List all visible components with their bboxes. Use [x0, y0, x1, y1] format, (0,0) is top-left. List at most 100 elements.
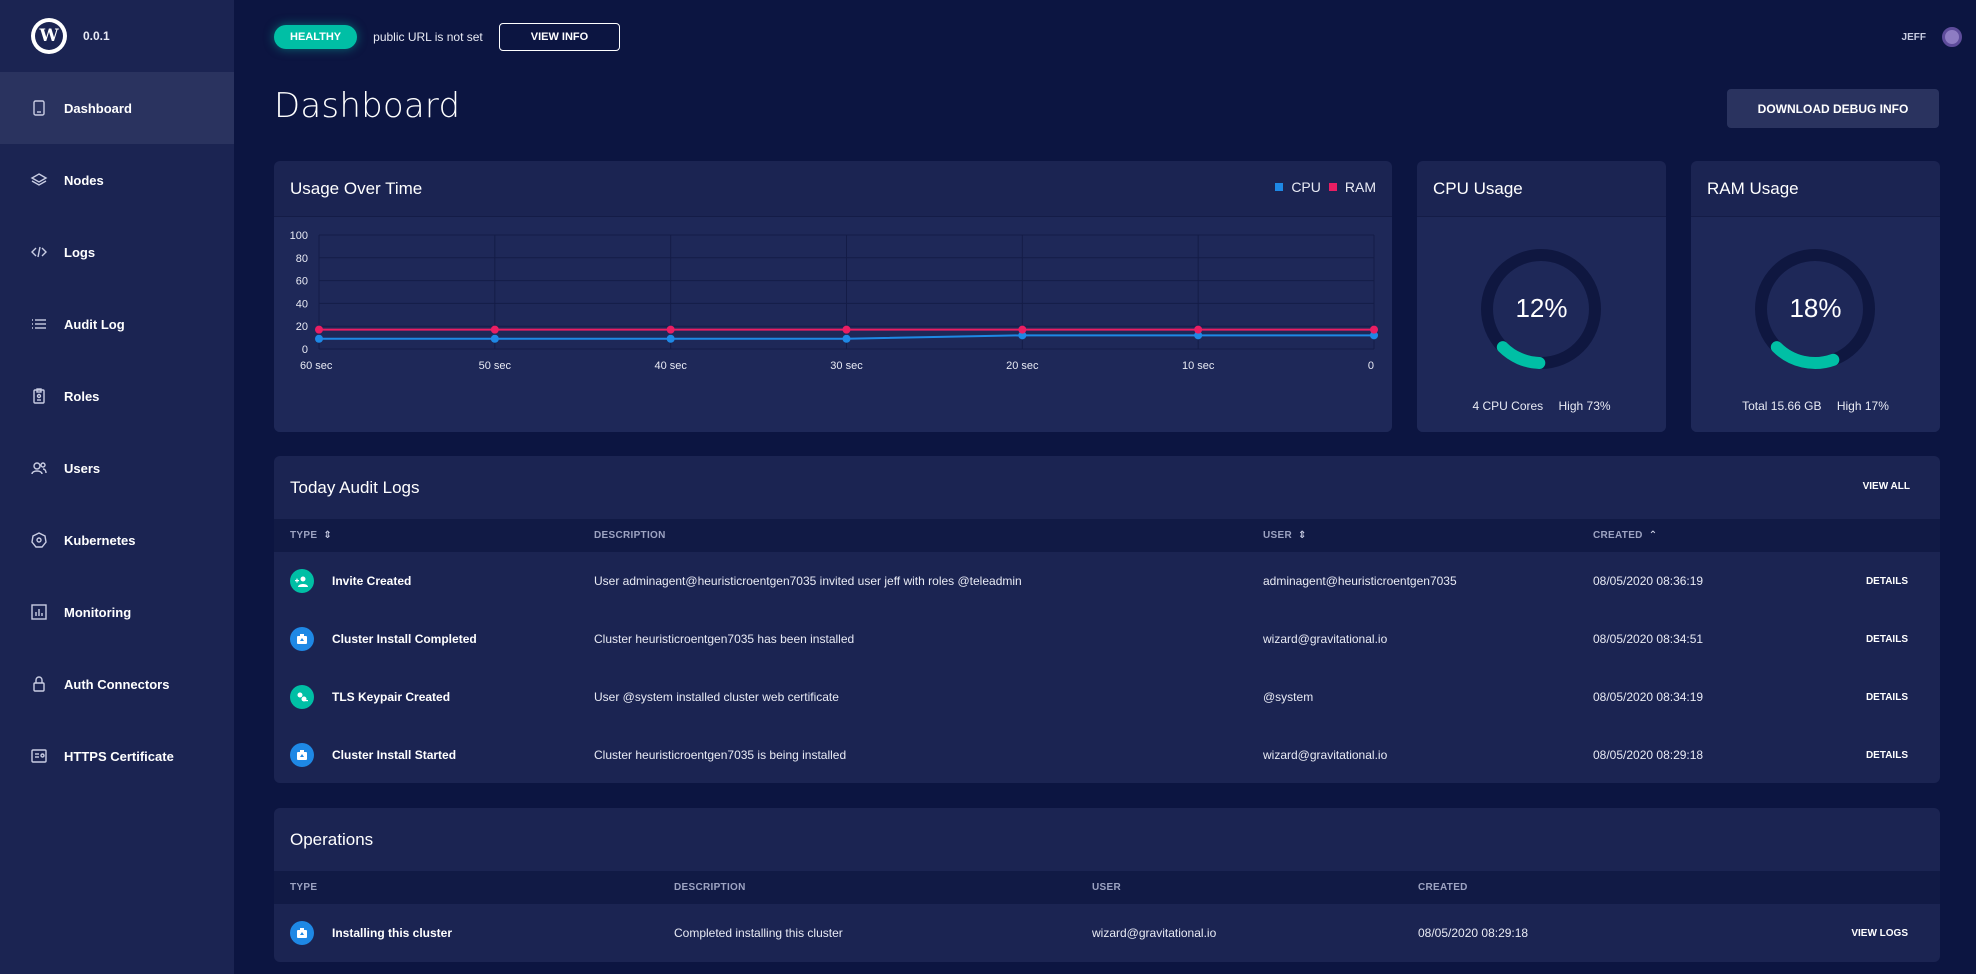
status-badge: HEALTHY — [274, 25, 358, 49]
page-title: Dashboard — [274, 86, 461, 126]
ram-card-title: RAM Usage — [1691, 161, 1940, 217]
keypair-icon — [290, 685, 314, 709]
col-user-label: USER — [1263, 530, 1292, 541]
cluster-icon — [290, 921, 314, 945]
ram-usage-card: RAM Usage 18% Total 15.66 GB High 17% — [1691, 161, 1940, 432]
sidebar-item-monitoring[interactable]: Monitoring — [0, 576, 234, 648]
usage-over-time-card: Usage Over Time CPU RAM 0 20 40 60 80 100 60 s… — [274, 161, 1392, 432]
row-type-label: Cluster Install Started — [332, 748, 457, 762]
sidebar-item-roles[interactable]: Roles — [0, 360, 234, 432]
bar-chart-icon — [29, 602, 49, 622]
kubernetes-icon — [29, 530, 49, 550]
usage-card-title: Usage Over Time — [274, 161, 1392, 217]
row-description: User @system installed cluster web certi… — [594, 690, 839, 704]
sidebar-item-logs[interactable]: Logs — [0, 216, 234, 288]
view-all-button[interactable]: VIEW ALL — [1863, 481, 1910, 492]
view-info-button[interactable]: VIEW INFO — [498, 23, 621, 51]
cluster-icon — [290, 627, 314, 651]
row-type: Installing this cluster — [290, 921, 452, 945]
view-logs-button[interactable]: VIEW LOGS — [1851, 928, 1908, 939]
details-button[interactable]: DETAILS — [1866, 634, 1908, 645]
col-user[interactable]: USER ⇕ — [1263, 530, 1307, 541]
topbar: HEALTHY public URL is not set VIEW INFO … — [274, 22, 1976, 52]
row-user: wizard@gravitational.io — [1263, 748, 1388, 762]
sidebar-item-label: Monitoring — [64, 604, 132, 620]
cpu-usage-footer: 4 CPU Cores High 73% — [1417, 399, 1666, 413]
y-tick-label: 60 — [296, 276, 308, 288]
sidebar-item-label: HTTPS Certificate — [64, 748, 174, 764]
data-point-cpu — [666, 334, 675, 343]
clipboard-icon — [29, 386, 49, 406]
sort-ascending-icon[interactable]: ⌃ — [1649, 530, 1658, 541]
details-button[interactable]: DETAILS — [1866, 576, 1908, 587]
sort-updown-icon[interactable]: ⇕ — [1298, 530, 1307, 541]
data-point-ram — [315, 325, 323, 334]
sidebar-item-label: Logs — [64, 244, 96, 260]
sidebar-item-label: Auth Connectors — [64, 676, 170, 692]
row-type: Invite Created — [290, 569, 411, 593]
ops-col-user: USER — [1092, 882, 1121, 893]
sidebar-item-https-certificate[interactable]: HTTPS Certificate — [0, 720, 234, 792]
cpu-cores: 4 CPU Cores — [1472, 399, 1544, 413]
audit-card-title: Today Audit Logs — [290, 477, 420, 497]
row-type: Cluster Install Started — [290, 743, 456, 767]
details-button[interactable]: DETAILS — [1866, 692, 1908, 703]
download-debug-info-button[interactable]: DOWNLOAD DEBUG INFO — [1727, 89, 1939, 128]
operations-card-title: Operations — [290, 829, 374, 849]
row-created: 08/05/2020 08:29:18 — [1593, 748, 1704, 762]
tablet-icon — [29, 98, 49, 118]
data-point-ram — [1194, 325, 1203, 334]
sidebar-item-auth-connectors[interactable]: Auth Connectors — [0, 648, 234, 720]
x-tick-label: 20 sec — [1006, 360, 1039, 372]
row-created: 08/05/2020 08:29:18 — [1418, 926, 1529, 940]
user-menu[interactable]: JEFF — [1902, 22, 1962, 52]
legend-swatch-cpu — [1275, 183, 1284, 191]
legend-item-ram[interactable]: RAM — [1328, 179, 1376, 195]
col-created-label: CREATED — [1593, 530, 1643, 541]
sidebar-item-label: Nodes — [64, 172, 104, 188]
sidebar-item-audit-log[interactable]: Audit Log — [0, 288, 234, 360]
row-type-label: Invite Created — [332, 574, 412, 588]
row-description: Completed installing this cluster — [674, 926, 843, 940]
row-user: wizard@gravitational.io — [1092, 926, 1217, 940]
sidebar-item-nodes[interactable]: Nodes — [0, 144, 234, 216]
data-point-ram — [842, 325, 851, 334]
row-created: 08/05/2020 08:34:19 — [1593, 690, 1704, 704]
row-created: 08/05/2020 08:36:19 — [1593, 574, 1704, 588]
avatar[interactable] — [1942, 27, 1962, 47]
data-point-cpu — [490, 334, 499, 343]
user-name[interactable]: JEFF — [1902, 32, 1926, 43]
lock-icon — [29, 674, 49, 694]
col-created[interactable]: CREATED ⌃ — [1593, 530, 1657, 541]
details-button[interactable]: DETAILS — [1866, 750, 1908, 761]
sidebar-item-kubernetes[interactable]: Kubernetes — [0, 504, 234, 576]
sidebar-item-dashboard[interactable]: Dashboard — [0, 72, 234, 144]
ram-total: Total 15.66 GB — [1742, 399, 1822, 413]
data-point-cpu — [842, 334, 851, 343]
row-type: TLS Keypair Created — [290, 685, 450, 709]
row-type-label: Cluster Install Completed — [332, 632, 477, 646]
sort-updown-icon[interactable]: ⇕ — [323, 530, 332, 541]
ram-usage-footer: Total 15.66 GB High 17% — [1691, 399, 1940, 413]
legend-item-cpu[interactable]: CPU — [1275, 179, 1321, 195]
legend-label-cpu: CPU — [1291, 179, 1321, 195]
ram-usage-value: 18% — [1789, 293, 1842, 323]
data-point-ram — [490, 325, 499, 334]
chart-legend: CPU RAM — [1267, 179, 1376, 195]
y-tick-label: 20 — [296, 321, 308, 333]
sidebar-item-users[interactable]: Users — [0, 432, 234, 504]
app-version: 0.0.1 — [83, 29, 110, 43]
table-row: Installing this cluster Completed instal… — [274, 904, 1940, 962]
table-row: TLS Keypair Created User @system install… — [274, 668, 1940, 726]
col-type-label: TYPE — [290, 530, 318, 541]
row-created: 08/05/2020 08:34:51 — [1593, 632, 1704, 646]
legend-swatch-ram — [1328, 183, 1337, 191]
wordpress-logo-icon[interactable]: W — [31, 18, 67, 54]
row-user: adminagent@heuristicroentgen7035 — [1263, 574, 1457, 588]
sidebar-item-label: Users — [64, 460, 101, 476]
ops-col-type: TYPE — [290, 882, 318, 893]
x-tick-label: 30 sec — [830, 360, 863, 372]
x-tick-label: 50 sec — [479, 360, 512, 372]
cpu-gauge-fill — [1496, 341, 1546, 369]
col-type[interactable]: TYPE ⇕ — [290, 530, 332, 541]
